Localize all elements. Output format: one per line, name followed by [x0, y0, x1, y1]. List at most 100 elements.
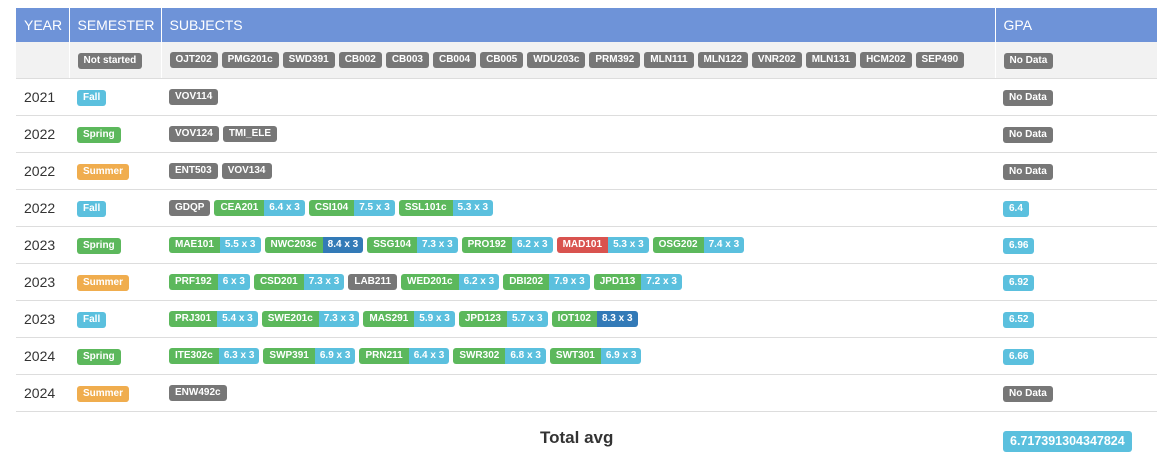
year-cell: 2023	[16, 263, 69, 301]
subject-code: WDU203c	[527, 52, 586, 68]
subject-badge: MAE101 5.5 x 3	[169, 237, 261, 253]
subject-score: 7.4 x 3	[703, 237, 745, 253]
subject-code: CB004	[432, 52, 477, 68]
subject-badge: VOV134	[221, 163, 272, 179]
subject-badge: SSG104 7.3 x 3	[367, 237, 458, 253]
subject-badge: NWC203c 8.4 x 3	[264, 237, 364, 253]
subject-badge: MAD101 5.3 x 3	[556, 237, 649, 253]
header-year: YEAR	[16, 8, 70, 42]
semester-badge: Summer	[77, 163, 130, 180]
subject-score: 6.3 x 3	[218, 348, 260, 364]
year-cell: 2022	[16, 189, 69, 227]
gpa-cell: No Data	[995, 115, 1157, 153]
semester-cell: Not started	[69, 42, 162, 79]
subject-code: DBI202	[503, 274, 550, 290]
subject-badge: IOT102 8.3 x 3	[551, 311, 638, 327]
gpa-badge: 6.92	[1003, 274, 1035, 291]
semester-cell: Fall	[69, 78, 161, 116]
subject-code: VOV134	[221, 163, 272, 179]
subject-code: WED201c	[401, 274, 459, 290]
subject-badge: JPD123 5.7 x 3	[458, 311, 548, 327]
subjects-cell: ENW492c	[161, 374, 995, 412]
year-cell: 2023	[16, 300, 69, 338]
subject-score: 5.3 x 3	[452, 200, 494, 216]
table-row: 2021 Fall VOV114 No Data	[16, 78, 1157, 116]
subject-code: OSG202	[652, 237, 704, 253]
subject-badge: CEA201 6.4 x 3	[214, 200, 305, 216]
header-semester: SEMESTER	[69, 8, 162, 42]
subjects-cell: VOV124 TMI_ELE	[161, 115, 995, 153]
subject-code: GDQP	[169, 200, 211, 216]
year-cell: 2022	[16, 115, 69, 153]
gpa-badge: No Data	[1003, 385, 1053, 402]
subject-code: SWE201c	[261, 311, 319, 327]
table-header: YEAR SEMESTER SUBJECTS GPA	[16, 8, 1157, 42]
subject-code: NWC203c	[264, 237, 323, 253]
year-cell: 2021	[16, 78, 69, 116]
subject-code: CEA201	[214, 200, 265, 216]
subject-badge: PMG201c	[221, 52, 279, 68]
subject-code: ENW492c	[169, 385, 227, 401]
subject-badge: WED201c 6.2 x 3	[401, 274, 500, 290]
subject-code: MAS291	[363, 311, 415, 327]
total-avg-value: 6.717391304347824	[1003, 431, 1132, 452]
header-row: YEAR SEMESTER SUBJECTS GPA	[16, 8, 1157, 42]
semester-cell: Spring	[69, 115, 161, 153]
table-row: 2023 Summer PRF192 6 x 3 CSD201 7.3 x 3 LAB211…	[16, 263, 1157, 301]
header-gpa: GPA	[995, 8, 1157, 42]
gpa-cell: 6.92	[995, 263, 1157, 301]
semester-badge: Summer	[77, 274, 130, 291]
gpa-badge: 6.4	[1003, 200, 1029, 217]
gpa-cell: 6.52	[995, 300, 1157, 338]
semester-cell: Spring	[69, 226, 161, 264]
subject-code: TMI_ELE	[222, 126, 278, 142]
subject-code: LAB211	[348, 274, 398, 290]
subject-code: PMG201c	[221, 52, 279, 68]
semester-cell: Summer	[69, 374, 161, 412]
subject-badge: HCM202	[860, 52, 912, 68]
subject-badge: ENT503	[169, 163, 218, 179]
subject-list: VOV114	[169, 89, 995, 105]
subject-list: VOV124 TMI_ELE	[169, 126, 995, 142]
table-row: Not started OJT202 PMG201c SWD391 CB002 CB003…	[16, 42, 1157, 79]
year-cell: 2023	[16, 226, 69, 264]
semester-badge: Fall	[77, 311, 107, 328]
subject-code: SWP391	[263, 348, 315, 364]
year-cell: 2024	[16, 374, 69, 412]
semester-badge: Spring	[77, 126, 121, 143]
subject-code: JPD123	[458, 311, 507, 327]
subject-code: MAD101	[556, 237, 609, 253]
subject-list: PRF192 6 x 3 CSD201 7.3 x 3 LAB211 WED201c 6.2…	[169, 274, 995, 290]
subject-badge: MLN111	[644, 52, 694, 68]
gpa-cell: No Data	[995, 42, 1157, 79]
subject-score: 7.5 x 3	[354, 200, 395, 216]
year-cell: 2022	[16, 152, 69, 190]
subject-code: PRM392	[589, 52, 641, 68]
year-cell: 2024	[16, 337, 69, 375]
subject-badge: PRM392	[589, 52, 641, 68]
subject-badge: OJT202	[169, 52, 218, 68]
subject-badge: VOV124	[169, 126, 219, 142]
semester-cell: Spring	[69, 337, 161, 375]
subject-badge: MLN122	[697, 52, 748, 68]
subject-badge: SWT301 6.9 x 3	[549, 348, 642, 364]
gpa-badge: 6.52	[1003, 311, 1035, 328]
subject-badge: SWR302 6.8 x 3	[453, 348, 546, 364]
subject-score: 6.2 x 3	[458, 274, 500, 290]
gpa-cell: 6.96	[995, 226, 1157, 264]
subject-badge: DBI202 7.9 x 3	[503, 274, 590, 290]
subject-score: 5.7 x 3	[507, 311, 548, 327]
subject-badge: SSL101c 5.3 x 3	[398, 200, 494, 216]
subject-list: ITE302c 6.3 x 3 SWP391 6.9 x 3 PRN211 6.4 x 3…	[169, 348, 995, 364]
subject-code: CB005	[480, 52, 524, 68]
subject-list: PRJ301 5.4 x 3 SWE201c 7.3 x 3 MAS291 5.9 x 3…	[169, 311, 995, 327]
subject-list: MAE101 5.5 x 3 NWC203c 8.4 x 3 SSG104 7.3 x 3…	[169, 237, 995, 253]
subject-badge: VOV114	[169, 89, 219, 105]
semester-cell: Fall	[69, 300, 161, 338]
subject-badge: JPD113 7.2 x 3	[593, 274, 682, 290]
subject-badge: WDU203c	[527, 52, 586, 68]
subject-code: ITE302c	[169, 348, 219, 364]
subject-score: 8.4 x 3	[322, 237, 364, 253]
subject-code: SEP490	[915, 52, 965, 68]
subject-code: HCM202	[860, 52, 912, 68]
